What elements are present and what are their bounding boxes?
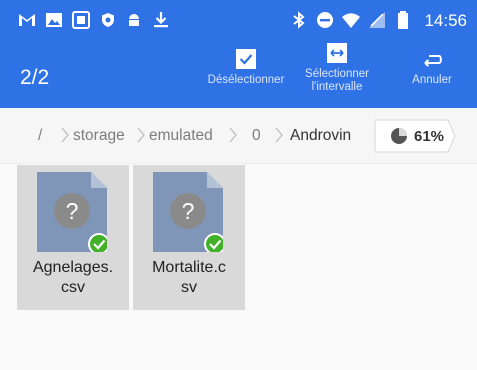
deselect-label: Désélectionner xyxy=(207,74,285,86)
shield-icon xyxy=(102,13,114,27)
file-item-mortalite[interactable]: ? Mortalite.c sv xyxy=(133,165,245,310)
storage-usage-badge[interactable]: 61% xyxy=(374,119,456,153)
unknown-file-icon: ? xyxy=(153,172,223,252)
signal-icon xyxy=(369,12,385,28)
unknown-file-icon: ? xyxy=(37,172,107,252)
selection-count: 2/2 xyxy=(20,66,50,89)
file-item-agnelages[interactable]: ? Agnelages. csv xyxy=(17,165,129,310)
select-range-icon xyxy=(327,43,347,63)
gmail-icon xyxy=(19,14,35,26)
file-grid: ? Agnelages. csv ? Mortalite.c sv xyxy=(0,165,477,370)
file-name-line1: Agnelages. xyxy=(32,259,114,276)
select-range-button[interactable]: Sélectionner l'intervalle xyxy=(294,38,380,94)
deselect-button[interactable]: Désélectionner xyxy=(200,44,292,87)
bluetooth-icon xyxy=(293,11,305,29)
cancel-label: Annuler xyxy=(412,74,452,86)
file-name-line2: csv xyxy=(61,279,85,296)
chevron-right-icon xyxy=(275,127,283,143)
breadcrumb-item-0[interactable]: 0 xyxy=(252,127,261,145)
chevron-right-icon xyxy=(229,127,237,143)
chevron-right-icon xyxy=(61,127,69,143)
battery-icon xyxy=(398,11,408,29)
file-name-line1: Mortalite.c xyxy=(152,259,226,276)
breadcrumb-item-androvin[interactable]: Androvin xyxy=(290,127,351,145)
status-bar: 14:56 xyxy=(0,0,477,40)
pie-chart-icon xyxy=(391,128,407,144)
top-app-bar: 14:56 2/2 Désélectionner Sélectionner l'… xyxy=(0,0,477,108)
wifi-icon xyxy=(342,13,360,28)
file-name: Mortalite.c sv xyxy=(133,258,245,298)
clock: 14:56 xyxy=(424,11,467,30)
checkbox-icon xyxy=(236,49,256,69)
image-icon xyxy=(46,13,62,27)
breadcrumb-item-storage[interactable]: storage xyxy=(73,127,125,145)
download-icon xyxy=(154,12,168,28)
storage-usage-percent: 61% xyxy=(414,128,445,145)
file-name-line2: sv xyxy=(181,279,197,296)
svg-text:?: ? xyxy=(182,198,195,224)
breadcrumb-root[interactable]: / xyxy=(38,127,42,145)
undo-icon xyxy=(424,55,442,67)
file-name: Agnelages. csv xyxy=(17,258,129,298)
breadcrumb-item-emulated[interactable]: emulated xyxy=(149,127,213,145)
breadcrumb: / storage emulated 0 Androvin 61% xyxy=(0,108,477,164)
android-icon xyxy=(129,14,139,26)
cancel-button[interactable]: Annuler xyxy=(404,44,460,87)
select-range-label-line2: l'intervalle xyxy=(311,81,363,93)
select-range-label-line1: Sélectionner xyxy=(305,68,369,80)
chevron-right-icon xyxy=(137,127,145,143)
app-box-icon xyxy=(72,11,90,29)
svg-text:?: ? xyxy=(66,198,79,224)
do-not-disturb-icon xyxy=(317,12,333,28)
